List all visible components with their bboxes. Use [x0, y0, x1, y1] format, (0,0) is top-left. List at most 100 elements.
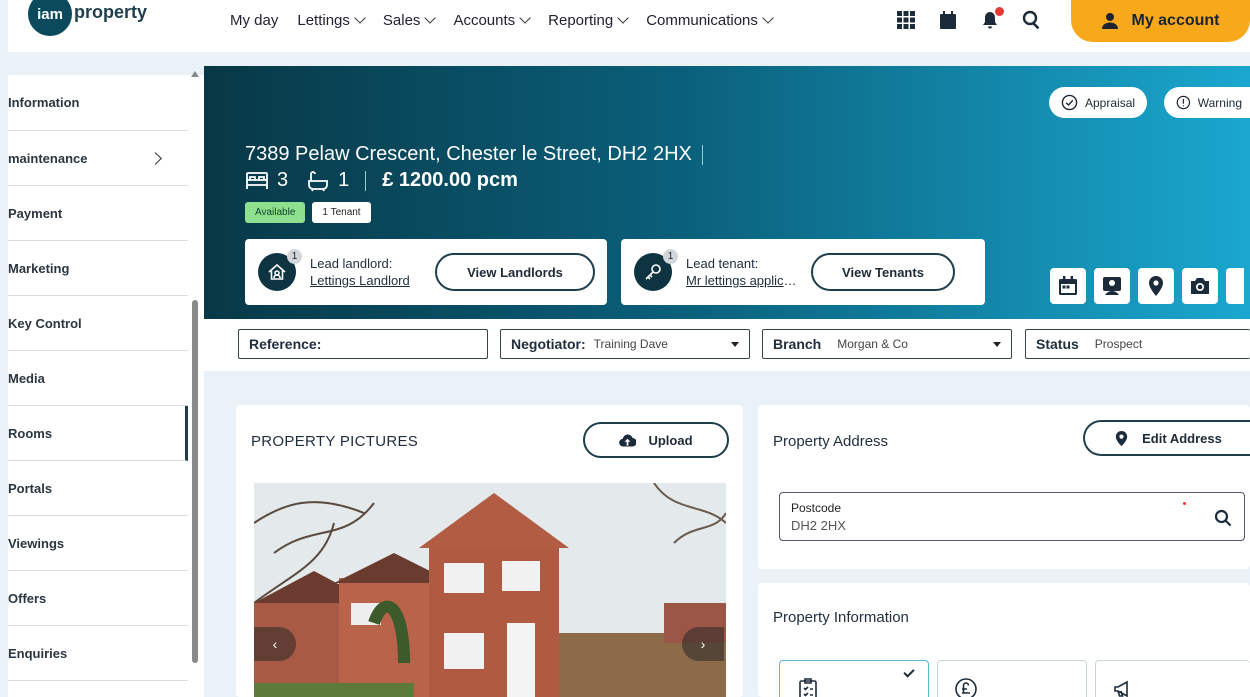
bath-icon	[308, 170, 329, 191]
lead-landlord-title: Lead landlord:	[310, 256, 393, 271]
property-pictures-card: PROPERTY PICTURES Upload ‹ ›	[236, 405, 743, 697]
property-meta: 3 1 £ 1200.00 pcm	[245, 169, 518, 192]
sidebar-scrollbar[interactable]	[192, 300, 198, 663]
nav-label: Accounts	[453, 12, 516, 29]
search-icon[interactable]	[1022, 10, 1042, 35]
sidebar-item-label: Key Control	[8, 315, 82, 331]
sidebar-item-marketing[interactable]: Marketing	[8, 241, 188, 296]
appraisal-label: Appraisal	[1085, 95, 1136, 110]
sidebar-item-label: Media	[8, 370, 45, 386]
sidebar-item-key-control[interactable]: Key Control	[8, 296, 188, 351]
appraisal-button[interactable]: Appraisal	[1049, 87, 1148, 118]
upload-label: Upload	[648, 432, 693, 448]
pound-circle-icon	[955, 678, 977, 697]
nav-my-day[interactable]: My day	[230, 12, 278, 29]
property-information-heading: Property Information	[773, 609, 909, 626]
apps-grid-icon[interactable]	[896, 10, 916, 35]
sidebar-item-rooms[interactable]: Rooms	[8, 406, 188, 461]
nav-label: Lettings	[297, 12, 350, 29]
status-label: Status	[1036, 336, 1079, 352]
lead-tenant-card: 1 Lead tenant: Mr lettings applicant Vie…	[621, 239, 985, 305]
postcode-field[interactable]: Postcode	[779, 492, 1245, 541]
lead-tenant-info: Lead tenant: Mr lettings applicant	[686, 255, 801, 289]
chevron-down-icon	[617, 12, 629, 24]
next-photo-button[interactable]: ›	[682, 627, 724, 661]
nav-lettings[interactable]: Lettings	[297, 12, 366, 29]
sidebar-item-information[interactable]: Information	[8, 75, 188, 131]
sidebar-item-portals[interactable]: Portals	[8, 461, 188, 516]
lead-tenant-title: Lead tenant:	[686, 256, 759, 271]
divider	[365, 170, 367, 191]
sidebar-item-label: Portals	[8, 480, 53, 496]
contact-card-icon[interactable]	[1094, 268, 1130, 304]
reference-field[interactable]: Reference:	[238, 329, 488, 359]
edit-address-button[interactable]: Edit Address	[1083, 420, 1250, 456]
property-photo[interactable]	[254, 483, 726, 697]
sidebar-list: Information maintenance Payment Marketing Ke…	[8, 75, 188, 681]
sidebar-item-label: Payment	[8, 205, 63, 221]
sidebar-item-viewings[interactable]: Viewings	[8, 516, 188, 571]
nav-accounts[interactable]: Accounts	[453, 12, 531, 29]
nav-label: Communications	[646, 12, 758, 29]
search-icon[interactable]	[1214, 509, 1232, 527]
branch-select[interactable]: Branch Morgan & Co	[762, 329, 1012, 359]
camera-icon[interactable]	[1182, 268, 1218, 304]
clipboard-icon	[799, 678, 817, 697]
dropdown-arrow-icon	[993, 342, 1001, 347]
landlord-house-icon: 1	[258, 249, 302, 291]
user-icon	[1102, 13, 1119, 29]
info-circle-icon	[1176, 95, 1191, 110]
postcode-label: Postcode	[791, 501, 842, 515]
edit-address-label: Edit Address	[1142, 430, 1222, 446]
location-pin-icon[interactable]	[1138, 268, 1174, 304]
more-action-icon[interactable]	[1226, 268, 1244, 304]
bed-icon	[246, 171, 268, 189]
calendar-icon[interactable]	[1050, 268, 1086, 304]
property-pictures-title: PROPERTY PICTURES	[251, 433, 419, 450]
logo[interactable]: iam property	[28, 0, 147, 42]
sidebar-item-label: Information	[8, 95, 80, 110]
sidebar-item-label: Marketing	[8, 260, 70, 276]
property-hero: 7389 Pelaw Crescent, Chester le Street, …	[204, 66, 1250, 319]
info-tile-checklist[interactable]	[779, 660, 929, 697]
lead-landlord-info: Lead landlord: Lettings Landlord	[310, 255, 425, 289]
lead-tenant-link[interactable]: Mr lettings applicant	[686, 272, 801, 289]
info-tile-finance[interactable]	[937, 660, 1087, 697]
sidebar-item-payment[interactable]: Payment	[8, 186, 188, 241]
lead-landlord-link[interactable]: Lettings Landlord	[310, 272, 425, 289]
view-tenants-button[interactable]: View Tenants	[811, 253, 955, 291]
sidebar-item-maintenance[interactable]: maintenance	[8, 131, 188, 186]
view-landlords-button[interactable]: View Landlords	[435, 253, 595, 291]
tenant-count-badge: 1	[663, 249, 678, 264]
property-address-title: 7389 Pelaw Crescent, Chester le Street, …	[245, 143, 703, 166]
bell-icon[interactable]	[980, 7, 1004, 35]
nav-reporting[interactable]: Reporting	[548, 12, 629, 29]
required-indicator	[1183, 502, 1186, 505]
negotiator-select[interactable]: Negotiator: Training Dave	[500, 329, 750, 359]
upload-button[interactable]: Upload	[583, 422, 729, 458]
sidebar-item-label: Offers	[8, 590, 47, 606]
sidebar-item-label: Viewings	[8, 535, 65, 551]
main-nav: My day Lettings Sales Accounts Reporting…	[230, 12, 774, 29]
megaphone-icon	[1114, 680, 1128, 697]
check-circle-icon	[1061, 94, 1078, 111]
sidebar-item-offers[interactable]: Offers	[8, 571, 188, 626]
postcode-input[interactable]	[791, 518, 1171, 533]
previous-photo-button[interactable]: ‹	[254, 627, 296, 661]
top-icons	[896, 7, 1042, 35]
nav-label: My day	[230, 12, 279, 29]
top-navigation-bar: iam property My day Lettings Sales Accou…	[8, 0, 1250, 52]
info-tile-marketing[interactable]	[1095, 660, 1250, 697]
status-select[interactable]: Status Prospect	[1025, 329, 1250, 359]
sidebar-item-enquiries[interactable]: Enquiries	[8, 626, 188, 681]
chevron-right-icon	[149, 151, 162, 165]
my-account-button[interactable]: My account	[1071, 0, 1250, 42]
warning-button[interactable]: Warning	[1164, 87, 1250, 118]
negotiator-label: Negotiator:	[511, 336, 586, 352]
property-address-card: Property Address Edit Address Postcode	[758, 405, 1250, 569]
nav-sales[interactable]: Sales	[383, 12, 437, 29]
calendar-icon[interactable]	[938, 10, 958, 35]
nav-communications[interactable]: Communications	[646, 12, 774, 29]
sidebar-item-media[interactable]: Media	[8, 351, 188, 406]
scroll-up-arrow[interactable]	[191, 71, 199, 77]
